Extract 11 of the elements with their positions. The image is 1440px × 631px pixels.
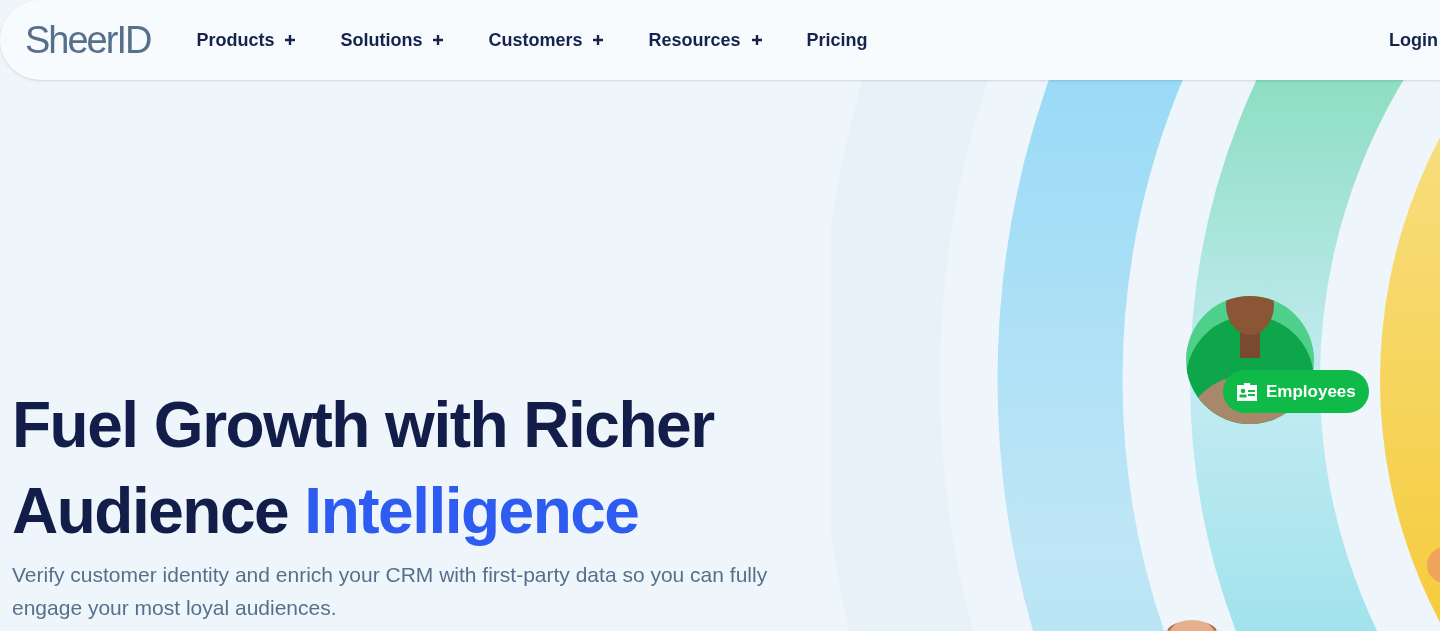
id-card-icon <box>1236 381 1258 402</box>
nav-link[interactable]: Customers <box>488 26 605 54</box>
hero-subtitle: Verify customer identity and enrich your CRM with first-party data so you can fully engage your most loyal audiences. <box>12 562 769 621</box>
nav-link[interactable]: Pricing <box>806 26 868 54</box>
nav-link[interactable]: Resources <box>648 26 763 54</box>
employees-badge: Employees <box>1223 370 1369 413</box>
hero-title: Fuel Growth with Richer Audience Intelligence <box>12 388 714 549</box>
nav-link[interactable]: Solutions <box>340 26 445 54</box>
login-link[interactable]: Login <box>1389 26 1438 54</box>
logo[interactable]: SheerID <box>25 21 151 59</box>
nav-link[interactable]: Products <box>196 26 297 54</box>
